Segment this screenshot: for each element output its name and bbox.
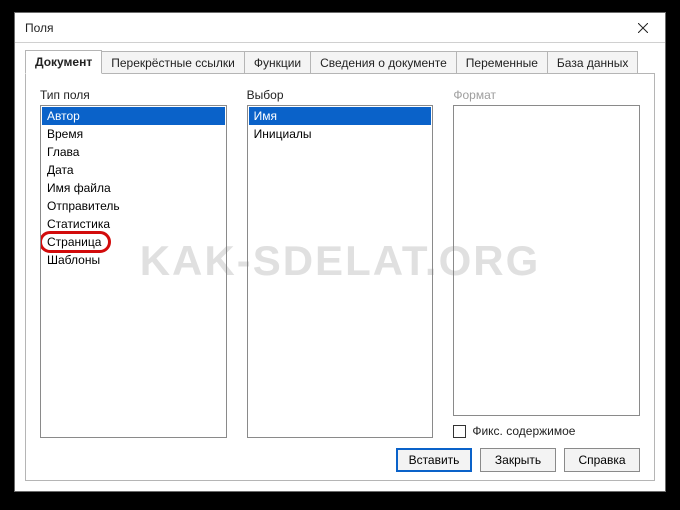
list-item[interactable]: Статистика (42, 215, 225, 233)
type-label: Тип поля (40, 88, 227, 102)
insert-button[interactable]: Вставить (396, 448, 472, 472)
tab-bar: Документ Перекрёстные ссылки Функции Све… (25, 49, 655, 73)
close-icon (638, 23, 648, 33)
list-item-label: Страница (47, 235, 101, 249)
list-item[interactable]: Время (42, 125, 225, 143)
tab-functions[interactable]: Функции (244, 51, 311, 73)
select-listbox[interactable]: Имя Инициалы (247, 105, 434, 438)
tab-document[interactable]: Документ (25, 50, 102, 74)
dialog-window: Поля Документ Перекрёстные ссылки Функци… (14, 12, 666, 492)
list-item[interactable]: Страница (42, 233, 225, 251)
list-item[interactable]: Имя файла (42, 179, 225, 197)
help-button[interactable]: Справка (564, 448, 640, 472)
titlebar: Поля (15, 13, 665, 43)
tab-panel: KAK-SDELAT.ORG Тип поля Автор Время Глав… (25, 73, 655, 481)
tab-database[interactable]: База данных (547, 51, 638, 73)
window-title: Поля (15, 21, 621, 35)
list-item[interactable]: Автор (42, 107, 225, 125)
type-listbox[interactable]: Автор Время Глава Дата Имя файла Отправи… (40, 105, 227, 438)
column-select: Выбор Имя Инициалы (247, 88, 434, 438)
format-label: Формат (453, 88, 640, 102)
list-item[interactable]: Шаблоны (42, 251, 225, 269)
list-item[interactable]: Инициалы (249, 125, 432, 143)
list-item[interactable]: Глава (42, 143, 225, 161)
close-button[interactable] (621, 13, 665, 43)
fixed-content-checkbox[interactable] (453, 425, 466, 438)
list-item[interactable]: Отправитель (42, 197, 225, 215)
list-item[interactable]: Имя (249, 107, 432, 125)
dialog-content: Документ Перекрёстные ссылки Функции Све… (15, 43, 665, 491)
button-row: Вставить Закрыть Справка (40, 448, 640, 472)
column-format: Формат Фикс. содержимое (453, 88, 640, 438)
select-label: Выбор (247, 88, 434, 102)
close-dialog-button[interactable]: Закрыть (480, 448, 556, 472)
fixed-content-label: Фикс. содержимое (472, 424, 575, 438)
tab-variables[interactable]: Переменные (456, 51, 548, 73)
tab-cross-references[interactable]: Перекрёстные ссылки (101, 51, 245, 73)
tab-docinfo[interactable]: Сведения о документе (310, 51, 457, 73)
fixed-content-row[interactable]: Фикс. содержимое (453, 424, 640, 438)
list-item[interactable]: Дата (42, 161, 225, 179)
column-type: Тип поля Автор Время Глава Дата Имя файл… (40, 88, 227, 438)
format-listbox (453, 105, 640, 416)
